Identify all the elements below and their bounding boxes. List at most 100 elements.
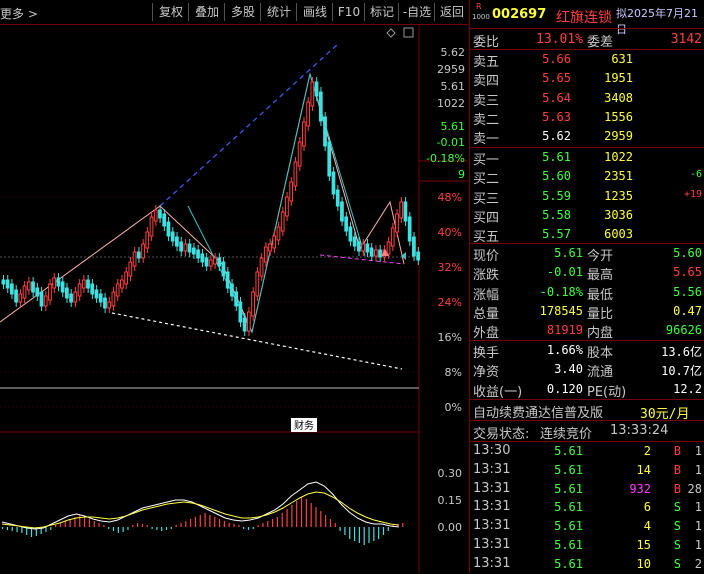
finance-badge-label[interactable]: 财务 bbox=[294, 419, 314, 432]
back-button[interactable]: 返回 bbox=[434, 3, 469, 21]
candle bbox=[170, 231, 175, 242]
candle bbox=[175, 236, 179, 247]
tick-time: 13:31 bbox=[473, 461, 511, 477]
magenta-dashed bbox=[319, 254, 405, 265]
stat-label: 最低 bbox=[587, 287, 614, 303]
tick-row: 13:31 5.61 4 S 1 bbox=[470, 517, 704, 536]
macd-bar bbox=[11, 527, 13, 531]
candle bbox=[77, 283, 82, 297]
macd-bar bbox=[204, 513, 206, 527]
kline-chart[interactable]: 5.62 2959 5.61 1022 5.61 -0.01 -0.18% 9 … bbox=[0, 24, 468, 573]
mark-button[interactable]: 标记 bbox=[364, 3, 399, 21]
bid-level-row[interactable]: 买五 5.57 6003 bbox=[470, 225, 704, 245]
tick-count: 2 bbox=[694, 556, 702, 571]
macd-bar bbox=[262, 523, 264, 527]
macd-bar bbox=[170, 527, 172, 529]
bid-level-row[interactable]: 买一 5.61 1022 bbox=[470, 148, 704, 168]
tick-price: 5.61 bbox=[554, 538, 583, 552]
candle bbox=[369, 247, 374, 257]
candle bbox=[318, 91, 323, 122]
macd-bar bbox=[161, 527, 163, 531]
kline-svg[interactable]: 5.62 2959 5.61 1022 5.61 -0.01 -0.18% 9 … bbox=[0, 24, 468, 573]
chart-settings-icon[interactable] bbox=[386, 27, 414, 38]
candle bbox=[242, 317, 247, 332]
candle bbox=[120, 279, 124, 289]
overlay-button[interactable]: 叠加 bbox=[188, 3, 225, 21]
macd-bar bbox=[373, 527, 375, 541]
add-watchlist-button[interactable]: -自选 bbox=[398, 3, 435, 21]
bid-change: +19 bbox=[683, 188, 702, 200]
candle bbox=[293, 161, 298, 187]
macd-tick-label: 0.30 bbox=[438, 467, 463, 480]
macd-bar bbox=[98, 523, 100, 527]
candle bbox=[251, 291, 255, 317]
multi-stock-button[interactable]: 多股 bbox=[224, 3, 261, 21]
bid-level-row[interactable]: 买四 5.58 3036 bbox=[470, 206, 704, 226]
candle bbox=[234, 291, 239, 307]
stat-label: 外盘 bbox=[473, 326, 500, 342]
ask-level-row[interactable]: 卖三 5.64 3408 bbox=[470, 89, 704, 109]
tick-time: 13:31 bbox=[473, 518, 511, 534]
candle bbox=[348, 226, 353, 242]
macd-bar bbox=[296, 501, 298, 527]
more-menu[interactable]: 更多 > bbox=[0, 5, 38, 22]
draw-line-button[interactable]: 画线 bbox=[296, 3, 333, 21]
ask-level-row[interactable]: 卖一 5.62 2959 bbox=[470, 127, 704, 147]
stat-row: 现价 5.61 今开 5.60 bbox=[470, 244, 704, 264]
candle bbox=[301, 121, 306, 147]
ask-level-row[interactable]: 卖二 5.63 1556 bbox=[470, 108, 704, 128]
candle bbox=[132, 251, 137, 267]
bid-level-label: 买三 bbox=[473, 191, 500, 207]
bid-level-label: 买四 bbox=[473, 210, 500, 226]
candle bbox=[52, 277, 57, 289]
bid-level-row[interactable]: 买三 5.59 1235 +19 bbox=[470, 187, 704, 207]
tick-side: S bbox=[673, 556, 681, 571]
promo-row[interactable]: 自动续费通达信普及版 30元/月 bbox=[470, 401, 704, 422]
macd-bar bbox=[257, 525, 259, 527]
macd-bar bbox=[127, 527, 129, 530]
statistics-button[interactable]: 统计 bbox=[260, 3, 297, 21]
tick-count: 1 bbox=[694, 519, 702, 534]
candle bbox=[352, 236, 357, 247]
candle bbox=[94, 289, 99, 299]
macd-bar bbox=[21, 527, 23, 533]
candle bbox=[340, 201, 344, 222]
stock-code[interactable]: 002697 bbox=[492, 7, 546, 22]
ask-level-row[interactable]: 卖五 5.66 631 bbox=[470, 50, 704, 70]
fin-value: 0.120 bbox=[546, 381, 583, 396]
candle bbox=[18, 293, 23, 303]
tick-time: 13:31 bbox=[473, 499, 511, 515]
stat-value: -0.18% bbox=[539, 284, 583, 299]
stock-name[interactable]: 红旗连锁 bbox=[556, 7, 612, 27]
macd-bar bbox=[175, 525, 177, 527]
ask-level-row[interactable]: 卖四 5.65 1951 bbox=[470, 69, 704, 89]
f10-button[interactable]: F10 bbox=[332, 3, 365, 21]
tick-price: 5.61 bbox=[554, 556, 583, 571]
stat-value: 96626 bbox=[665, 323, 702, 338]
stat-label: 涨跌 bbox=[473, 268, 500, 284]
tick-time: 13:31 bbox=[473, 537, 511, 552]
candle bbox=[153, 209, 158, 222]
macd-bar bbox=[387, 527, 389, 531]
fin-label: 流通 bbox=[587, 365, 614, 381]
candle bbox=[331, 171, 336, 195]
macd-bar bbox=[165, 527, 168, 530]
candle bbox=[35, 287, 40, 297]
macd-bar bbox=[117, 527, 119, 533]
scale-change: -0.01 bbox=[437, 136, 465, 149]
tick-volume: 932 bbox=[629, 481, 651, 496]
candle bbox=[48, 283, 52, 301]
macd-bar bbox=[339, 527, 341, 531]
bid-level-row[interactable]: 买二 5.60 2351 -6 bbox=[470, 167, 704, 187]
macd-bar bbox=[358, 527, 360, 543]
tick-side: B bbox=[673, 481, 681, 496]
bid-price: 5.59 bbox=[542, 188, 571, 203]
macd-bar bbox=[156, 527, 158, 530]
stat-label: 量比 bbox=[587, 306, 614, 322]
candle bbox=[111, 291, 116, 307]
candle bbox=[230, 283, 234, 297]
fuquan-button[interactable]: 复权 bbox=[152, 3, 189, 21]
fin-label: 净资 bbox=[473, 365, 500, 381]
fin-value: 3.40 bbox=[554, 362, 583, 377]
logo-r: R bbox=[476, 2, 482, 11]
